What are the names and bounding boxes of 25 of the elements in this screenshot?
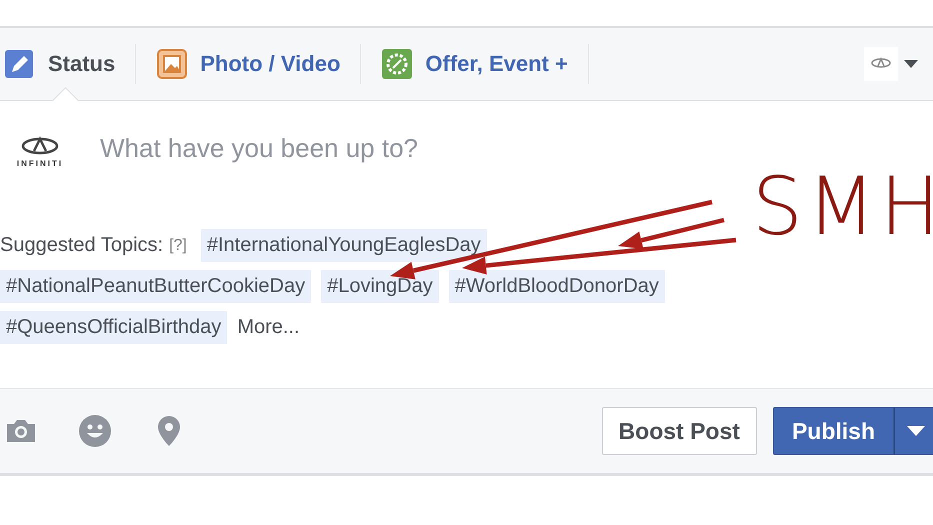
caret-icon [907,426,925,436]
help-link[interactable]: [?] [169,236,187,254]
boost-post-button[interactable]: Boost Post [602,407,757,455]
tab[interactable]: Offer, Event + [381,44,589,84]
smiley-icon[interactable] [78,414,112,448]
publish-button[interactable]: Publish [772,407,894,455]
avatar-logo-icon [20,134,60,154]
avatar-logo-text: INFINITI [16,158,64,168]
topic-tag[interactable]: #InternationalYoungEaglesDay [200,229,487,262]
photo-icon [156,48,188,80]
topic-tag[interactable]: #WorldBloodDonorDay [448,270,665,303]
topic-tag[interactable]: #NationalPeanutButterCookieDay [0,270,312,303]
annotation-text: SMH [752,160,933,253]
badge-icon [381,48,414,80]
pencil-icon [4,48,36,80]
suggested-topics-label: Suggested Topics: [0,234,164,257]
status-input-field[interactable]: What have you been up to? [100,133,660,164]
topic-tag[interactable]: #QueensOfficialBirthday [0,311,228,344]
page-logo-icon[interactable] [864,47,898,81]
publish-options-button[interactable] [894,407,933,455]
caret-icon[interactable] [904,60,918,68]
more-link[interactable]: More... [237,316,300,339]
topic-tag[interactable]: #LovingDay [321,270,439,303]
tab[interactable]: Photo / Video [156,44,362,84]
tab[interactable]: Status [4,44,136,84]
